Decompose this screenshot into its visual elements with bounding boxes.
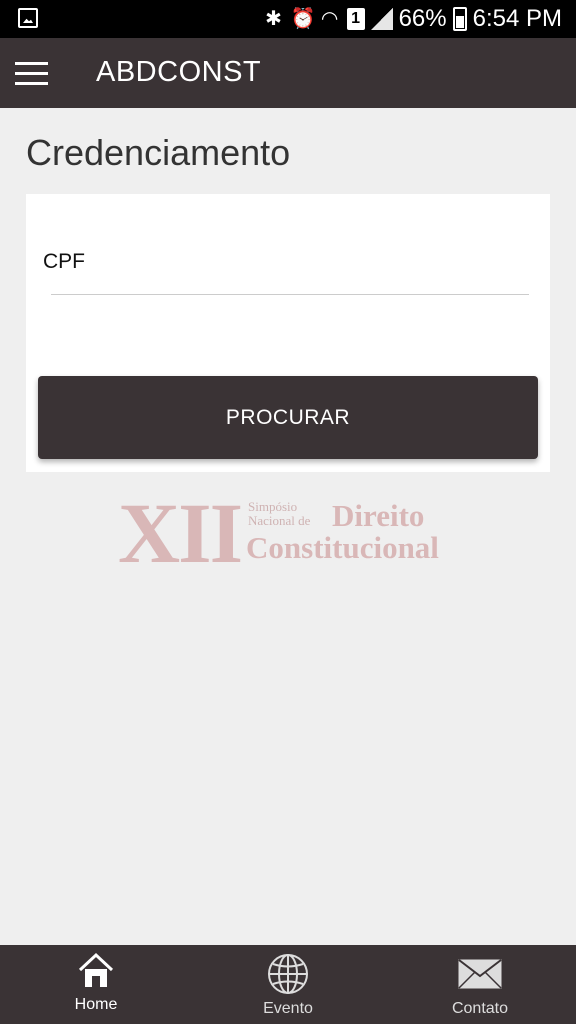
logo-line1: Simpósio <box>248 499 298 514</box>
logo-subtitle: Simpósio Nacional de <box>248 500 310 528</box>
bluetooth-icon: ✱ <box>265 8 282 30</box>
nav-home-label: Home <box>74 996 118 1013</box>
battery-icon <box>452 7 467 31</box>
alarm-icon: ⏰ <box>290 8 316 30</box>
nav-contato-label: Contato <box>451 1000 509 1017</box>
logo-word-constitucional: Constitucional <box>246 530 439 565</box>
clock: 6:54 PM <box>472 5 562 32</box>
wifi-icon: ◠ <box>320 8 339 30</box>
signal-icon <box>370 8 393 30</box>
home-icon <box>78 952 114 987</box>
nav-evento-label: Evento <box>263 1000 313 1017</box>
envelope-icon <box>458 959 502 989</box>
globe-icon <box>268 954 308 994</box>
gallery-notification-icon <box>18 8 38 28</box>
search-button[interactable]: PROCURAR <box>38 376 538 459</box>
logo-numeral: XII <box>118 485 243 581</box>
status-bar: ✱ ⏰ ◠ 1 66% 6:54 PM <box>0 0 576 38</box>
nav-contato[interactable]: Contato <box>384 945 576 1024</box>
event-logo: XII Simpósio Nacional de Direito Constit… <box>118 490 468 580</box>
nav-home[interactable]: Home <box>0 945 192 1024</box>
cpf-input[interactable] <box>51 266 529 295</box>
credential-card: CPF PROCURAR <box>26 194 550 472</box>
logo-word-direito: Direito <box>332 498 425 533</box>
nav-evento[interactable]: Evento <box>192 945 384 1024</box>
battery-percent: 66% <box>398 5 447 32</box>
status-indicators: ✱ ⏰ ◠ 1 66% 6:54 PM <box>263 5 562 33</box>
hamburger-menu-icon[interactable] <box>15 62 48 86</box>
logo-line2: Nacional de <box>248 513 311 528</box>
bottom-navigation: Home Evento Contato <box>0 945 576 1024</box>
page-title: Credenciamento <box>26 132 291 173</box>
sim-icon: 1 <box>346 8 365 30</box>
app-bar: ABDCONST <box>0 38 576 108</box>
app-title: ABDCONST <box>96 56 262 88</box>
